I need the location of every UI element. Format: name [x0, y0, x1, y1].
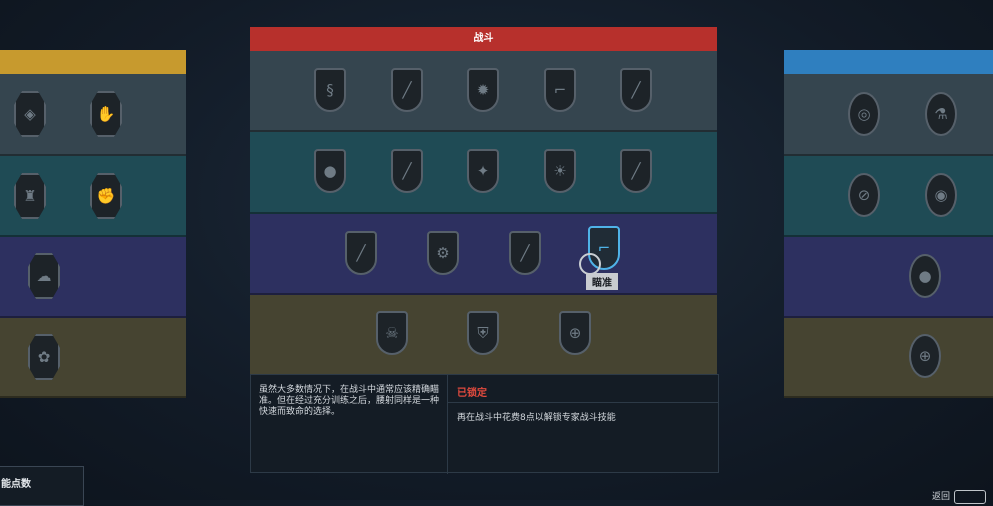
- skill-info-panel: 虽然大多数情况下，在战斗中通常应该精确瞄准。但在经过充分训练之后，腰射同样是一种…: [250, 374, 719, 474]
- physical-tier-2: ♜ ✊: [0, 156, 186, 237]
- back-label[interactable]: 返回: [932, 489, 950, 502]
- physical-skill-icon[interactable]: ✋: [90, 91, 122, 137]
- assault-rifle-icon[interactable]: ╱: [620, 149, 652, 193]
- dragon-icon[interactable]: §: [314, 68, 346, 112]
- rifle-icon[interactable]: ╱: [620, 68, 652, 112]
- skill-tooltip: 瞄准: [586, 273, 618, 290]
- cursor: [579, 253, 601, 275]
- grenade-icon[interactable]: ●: [314, 149, 346, 193]
- armor-icon[interactable]: ⛨: [467, 311, 499, 355]
- knife-icon[interactable]: ╱: [391, 68, 423, 112]
- combat-tier-4: ☠ ⛨ ⊕: [250, 295, 717, 376]
- divider: [447, 402, 718, 403]
- physical-tier-1: ◈ ✋: [0, 74, 186, 156]
- unlock-requirement: 再在战斗中花费8点以解锁专家战斗技能: [457, 413, 616, 423]
- physical-skill-icon[interactable]: ✊: [90, 173, 122, 219]
- burst-icon[interactable]: ✹: [467, 68, 499, 112]
- science-tier-2: ⊘ ◉: [784, 156, 993, 237]
- science-tier-4: ⊕: [784, 318, 993, 398]
- lock-status: 已锁定: [457, 388, 487, 399]
- combat-skill-panel: 战斗 § ╱ ✹ ⌐ ╱ ● ╱ ✦ ☀ ╱ ╱ ⚙ ╱ ⌐ 瞄准 ☠ ⛨ ⊕: [250, 27, 717, 376]
- science-tier-3: ●: [784, 237, 993, 318]
- physical-skill-icon[interactable]: ♜: [14, 173, 46, 219]
- back-key-icon[interactable]: [954, 490, 986, 504]
- physical-skill-icon[interactable]: ☁: [28, 253, 60, 299]
- skill-points-box: 能点数: [0, 466, 84, 506]
- physical-panel-header[interactable]: [0, 50, 186, 74]
- combat-tier-1: § ╱ ✹ ⌐ ╱: [250, 51, 717, 132]
- combat-tier-2: ● ╱ ✦ ☀ ╱: [250, 132, 717, 214]
- divider: [447, 375, 448, 474]
- skill-points-label: 能点数: [1, 479, 31, 490]
- science-tier-1: ◎ ⚗: [784, 74, 993, 156]
- science-skill-icon[interactable]: ⊕: [909, 334, 941, 378]
- rifle-scope-icon[interactable]: ╱: [509, 231, 541, 275]
- physical-tier-4: ✿: [0, 318, 186, 398]
- crosshair-icon[interactable]: ⊕: [559, 311, 591, 355]
- pistol-icon[interactable]: ⌐: [544, 68, 576, 112]
- science-skill-icon[interactable]: ●: [909, 254, 941, 298]
- shotgun-icon[interactable]: ╱: [391, 149, 423, 193]
- heavy-weapon-icon[interactable]: ⚙: [427, 231, 459, 275]
- science-panel-header[interactable]: [784, 50, 993, 74]
- science-skill-panel: ◎ ⚗ ⊘ ◉ ● ⊕: [784, 50, 993, 398]
- sparkle-icon[interactable]: ✦: [467, 149, 499, 193]
- sniper-icon[interactable]: ╱: [345, 231, 377, 275]
- science-skill-icon[interactable]: ◎: [848, 92, 880, 136]
- science-skill-icon[interactable]: ⚗: [925, 92, 957, 136]
- sunburst-icon[interactable]: ☀: [544, 149, 576, 193]
- skull-emblem-icon[interactable]: ☠: [376, 311, 408, 355]
- science-skill-icon[interactable]: ◉: [925, 173, 957, 217]
- physical-skill-icon[interactable]: ✿: [28, 334, 60, 380]
- combat-tier-3: ╱ ⚙ ╱ ⌐ 瞄准: [250, 214, 717, 295]
- physical-skill-panel: ◈ ✋ ♜ ✊ ☁ ✿: [0, 50, 186, 398]
- combat-panel-header[interactable]: 战斗: [250, 27, 717, 51]
- physical-tier-3: ☁: [0, 237, 186, 318]
- science-skill-icon[interactable]: ⊘: [848, 173, 880, 217]
- physical-skill-icon[interactable]: ◈: [14, 91, 46, 137]
- skill-description: 虽然大多数情况下，在战斗中通常应该精确瞄准。但在经过充分训练之后，腰射同样是一种…: [259, 385, 440, 417]
